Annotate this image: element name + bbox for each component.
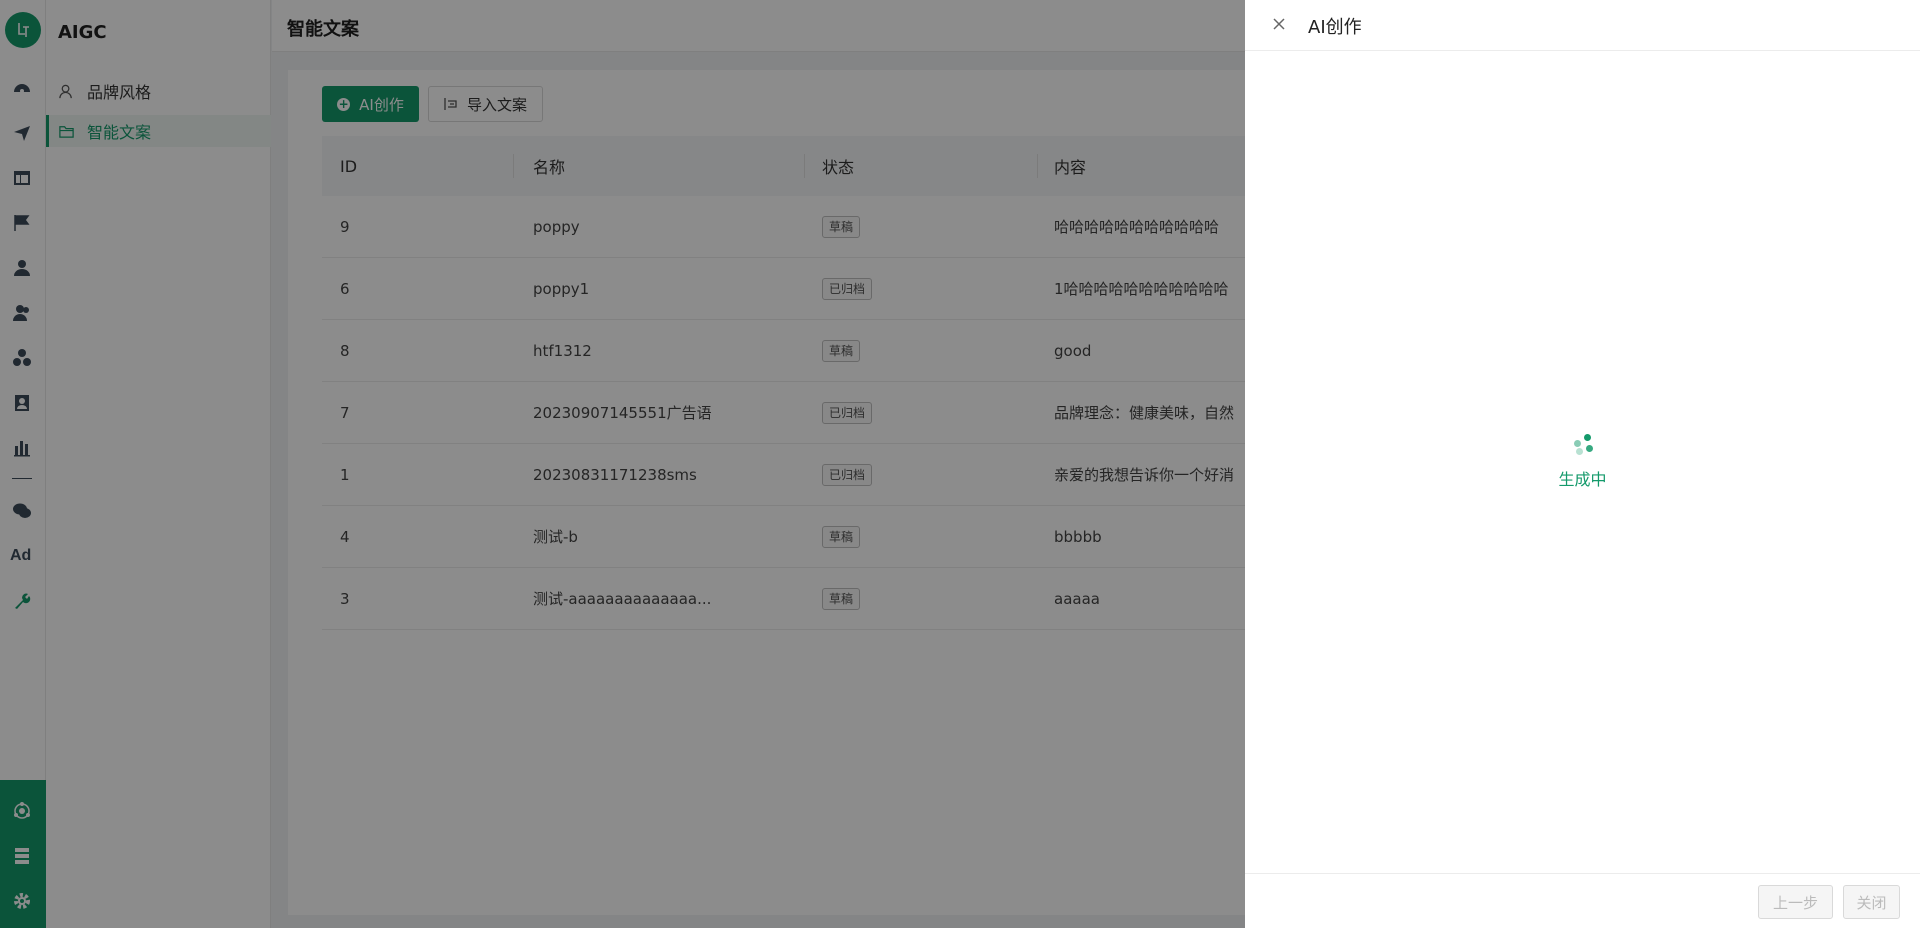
drawer-footer: 上一步 关闭 <box>1245 873 1920 928</box>
loading-text: 生成中 <box>1558 470 1607 489</box>
close-icon[interactable] <box>1269 14 1289 34</box>
close-button[interactable]: 关闭 <box>1843 885 1900 919</box>
prev-step-button[interactable]: 上一步 <box>1758 885 1833 919</box>
drawer-header: AI创作 <box>1245 0 1920 51</box>
drawer-title: AI创作 <box>1308 17 1362 38</box>
loading-spinner-icon <box>1570 432 1596 458</box>
ai-create-drawer: AI创作 生成中 上一步 关闭 <box>1245 0 1920 928</box>
